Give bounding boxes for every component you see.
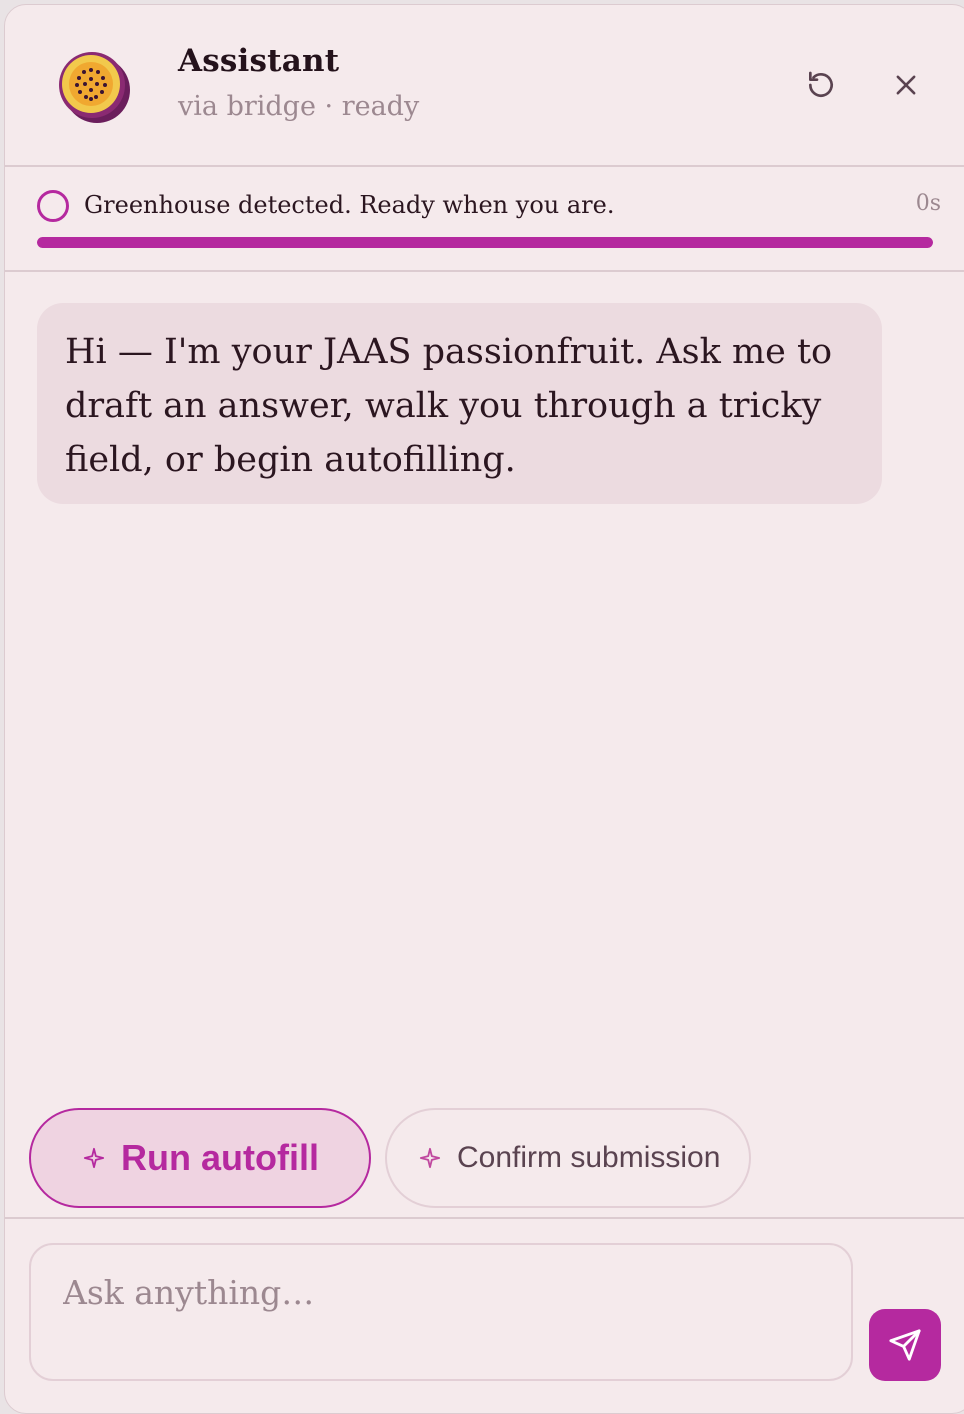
refresh-button[interactable] bbox=[798, 62, 844, 108]
assistant-message: Hi — I'm your JAAS passionfruit. Ask me … bbox=[37, 303, 882, 504]
run-autofill-label: Run autofill bbox=[121, 1137, 319, 1178]
sparkle-icon bbox=[83, 1147, 105, 1169]
refresh-icon bbox=[809, 71, 833, 97]
assistant-panel: Assistant via bridge · ready Greenhouse … bbox=[4, 4, 964, 1414]
message-input[interactable] bbox=[63, 1273, 819, 1312]
panel-header: Assistant via bridge · ready bbox=[5, 5, 964, 166]
status-indicator bbox=[37, 190, 69, 222]
close-icon bbox=[896, 75, 916, 95]
send-button[interactable] bbox=[869, 1309, 941, 1381]
progress-bar bbox=[37, 237, 933, 248]
composer-divider bbox=[5, 1217, 964, 1219]
close-button[interactable] bbox=[883, 62, 929, 108]
run-autofill-button[interactable]: Run autofill bbox=[29, 1108, 371, 1208]
send-icon bbox=[889, 1329, 921, 1361]
panel-title: Assistant bbox=[178, 43, 340, 79]
status-elapsed: 0s bbox=[915, 191, 941, 216]
header-divider bbox=[5, 165, 964, 167]
connection-status: via bridge · ready bbox=[178, 91, 420, 122]
message-input-container[interactable] bbox=[29, 1243, 853, 1381]
confirm-submission-button[interactable]: Confirm submission bbox=[385, 1108, 751, 1208]
status-divider bbox=[5, 270, 964, 272]
sparkle-icon bbox=[419, 1147, 441, 1169]
passionfruit-icon bbox=[54, 49, 132, 127]
progress-fill bbox=[37, 237, 933, 248]
status-message: Greenhouse detected. Ready when you are. bbox=[84, 191, 615, 219]
confirm-submission-label: Confirm submission bbox=[457, 1141, 721, 1174]
